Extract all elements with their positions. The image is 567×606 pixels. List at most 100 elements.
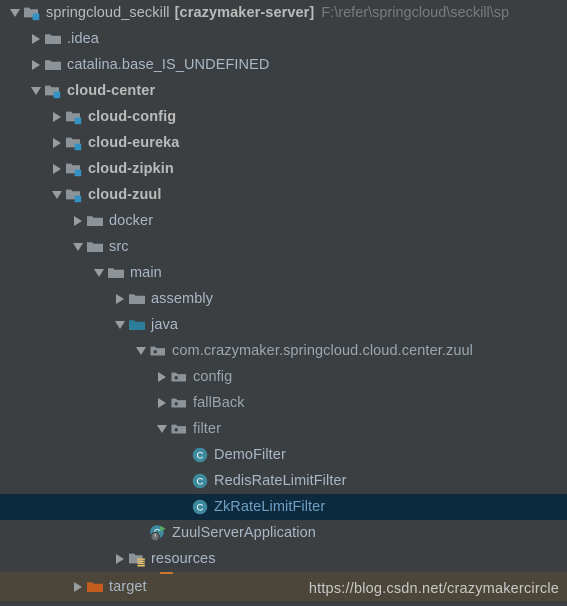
tree-row-label: cloud-config — [88, 109, 177, 125]
tree-row-label: java — [151, 317, 178, 333]
svg-text:C: C — [197, 503, 204, 514]
java-class-icon: C — [191, 472, 209, 490]
java-class-icon: C — [191, 446, 209, 464]
expand-toggle-down-icon[interactable] — [132, 338, 149, 364]
project-tree[interactable]: springcloud_seckill [crazymaker-server] F:… — [0, 0, 567, 606]
tree-row[interactable]: C ZkRateLimitFilter — [0, 494, 567, 520]
tree-row-label: cloud-eureka — [88, 135, 180, 151]
package-icon — [149, 342, 167, 360]
expand-toggle-down-icon[interactable] — [48, 182, 65, 208]
expand-toggle-right-icon[interactable] — [69, 208, 86, 234]
scroll-marker — [160, 572, 173, 574]
module-folder-icon — [65, 160, 83, 178]
expand-toggle-right-icon[interactable] — [48, 130, 65, 156]
tree-row[interactable]: C RedisRateLimitFilter — [0, 468, 567, 494]
expand-toggle-right-icon[interactable] — [111, 286, 128, 312]
tree-row[interactable]: filter — [0, 416, 567, 442]
expand-toggle-right-icon[interactable] — [27, 52, 44, 78]
tree-row-label: com.crazymaker.springcloud.cloud.center.… — [172, 343, 473, 359]
tree-row[interactable]: assembly — [0, 286, 567, 312]
folder-icon — [44, 56, 62, 74]
tree-row-label: .idea — [67, 31, 99, 47]
java-class-icon: C — [191, 498, 209, 516]
expand-toggle-right-icon[interactable] — [69, 574, 86, 600]
package-icon — [170, 394, 188, 412]
tree-row[interactable]: springcloud_seckill [crazymaker-server] F:… — [0, 0, 567, 26]
tree-row[interactable]: cloud-center — [0, 78, 567, 104]
expand-toggle-down-icon[interactable] — [27, 78, 44, 104]
tree-row[interactable]: resources — [0, 546, 567, 572]
project-module-tag: [crazymaker-server] — [174, 5, 315, 21]
expand-toggle-right-icon[interactable] — [48, 156, 65, 182]
folder-icon — [107, 264, 125, 282]
module-folder-icon — [44, 82, 62, 100]
project-path: F:\refer\springcloud\seckill\sp — [321, 5, 510, 21]
tree-row[interactable]: catalina.base_IS_UNDEFINED — [0, 52, 567, 78]
tree-row-label: src — [109, 239, 129, 255]
tree-row[interactable]: cloud-eureka — [0, 130, 567, 156]
tree-row-label: config — [193, 369, 233, 385]
expand-toggle-right-icon[interactable] — [27, 26, 44, 52]
tree-row[interactable]: fallBack — [0, 390, 567, 416]
expand-toggle-down-icon[interactable] — [90, 260, 107, 286]
tree-toggle-empty — [174, 442, 191, 468]
tree-row[interactable]: docker — [0, 208, 567, 234]
expand-toggle-right-icon[interactable] — [153, 390, 170, 416]
tree-row-label: ZkRateLimitFilter — [214, 499, 326, 515]
tree-row[interactable]: cloud-zipkin — [0, 156, 567, 182]
tree-row-label: main — [130, 265, 162, 281]
watermark-url: https://blog.csdn.net/crazymakercircle — [308, 581, 559, 597]
expand-toggle-right-icon[interactable] — [153, 364, 170, 390]
tree-row-label: resources — [151, 551, 216, 567]
svg-text:C: C — [197, 477, 204, 488]
tree-row-label: filter — [193, 421, 221, 437]
folder-icon — [44, 30, 62, 48]
expand-toggle-right-icon[interactable] — [111, 546, 128, 572]
expand-toggle-down-icon[interactable] — [111, 312, 128, 338]
tree-row-label: catalina.base_IS_UNDEFINED — [67, 57, 270, 73]
tree-row[interactable]: com.crazymaker.springcloud.cloud.center.… — [0, 338, 567, 364]
tree-row-label: cloud-zipkin — [88, 161, 174, 177]
tree-row-label: target — [109, 578, 147, 595]
expand-toggle-down-icon[interactable] — [69, 234, 86, 260]
tree-row-label: assembly — [151, 291, 214, 307]
tree-row-label: RedisRateLimitFilter — [214, 473, 347, 489]
tree-row-label: fallBack — [193, 395, 245, 411]
tree-row[interactable]: java — [0, 312, 567, 338]
tree-row[interactable]: C DemoFilter — [0, 442, 567, 468]
tree-row[interactable]: main — [0, 260, 567, 286]
tree-row-label: DemoFilter — [214, 447, 286, 463]
tree-toggle-empty — [174, 468, 191, 494]
svg-text:C: C — [197, 451, 204, 462]
resources-root-folder-icon — [128, 550, 146, 568]
tree-row[interactable]: src — [0, 234, 567, 260]
expand-toggle-down-icon[interactable] — [153, 416, 170, 442]
expand-toggle-down-icon[interactable] — [6, 0, 23, 26]
package-icon — [170, 368, 188, 386]
tree-row[interactable]: C ZuulServerApplication — [0, 520, 567, 546]
module-folder-icon — [65, 108, 83, 126]
folder-icon — [86, 238, 104, 256]
expand-toggle-right-icon[interactable] — [48, 104, 65, 130]
tree-row[interactable]: .idea — [0, 26, 567, 52]
tree-row[interactable]: cloud-config — [0, 104, 567, 130]
tree-row[interactable]: config — [0, 364, 567, 390]
folder-icon — [86, 212, 104, 230]
tree-toggle-empty — [174, 494, 191, 520]
tree-row[interactable]: cloud-zuul — [0, 182, 567, 208]
tree-row[interactable]: target https://blog.csdn.net/crazymakerci… — [0, 572, 567, 601]
folder-icon — [128, 290, 146, 308]
